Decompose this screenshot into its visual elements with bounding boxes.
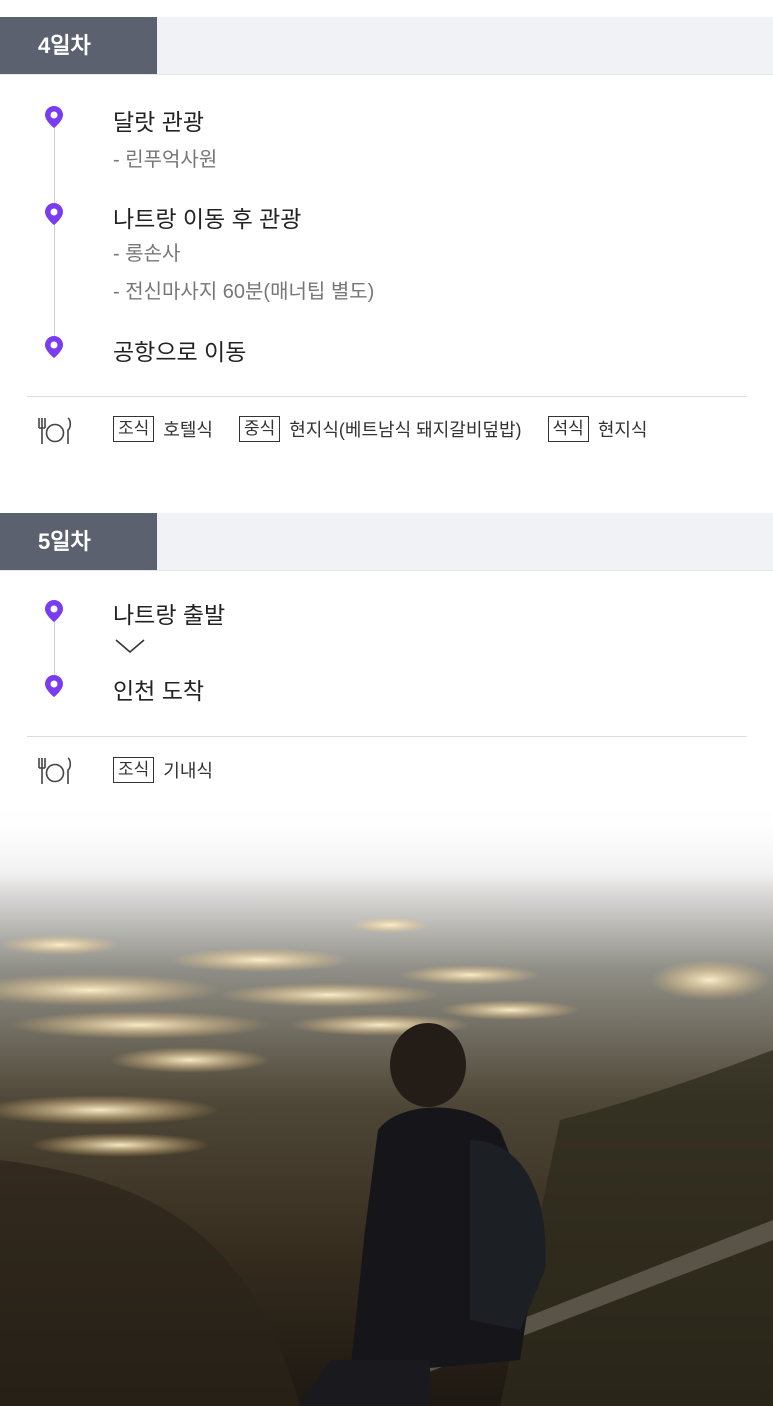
timeline-line	[54, 122, 55, 348]
hero-photo	[0, 800, 773, 1406]
day-header-4: 4일차	[0, 17, 773, 75]
meal-tag: 중식	[238, 416, 281, 442]
stop-detail: - 린푸억사원	[113, 149, 218, 171]
meal-text: 기내식	[163, 761, 213, 781]
stop-title: 공항으로 이동	[113, 339, 247, 365]
meal-tag: 조식	[113, 757, 155, 783]
stop-detail: - 전신마사지 60분(매너팁 별도)	[113, 281, 375, 303]
meal-tag: 석식	[547, 416, 589, 442]
map-pin-icon	[45, 203, 63, 225]
timeline-line	[54, 617, 55, 683]
divider	[27, 396, 747, 397]
day-label: 5일차	[0, 513, 157, 570]
stop-title: 인천 도착	[113, 678, 205, 704]
day-header-5: 5일차	[0, 513, 773, 571]
map-pin-icon	[45, 600, 63, 622]
meal-row: 조식 기내식	[113, 757, 239, 783]
map-pin-icon	[45, 106, 63, 128]
meal-tag: 조식	[113, 416, 155, 442]
day-label: 4일차	[0, 17, 157, 74]
map-pin-icon	[45, 675, 63, 697]
meal-text: 현지식	[597, 420, 648, 440]
chevron-down-icon	[115, 639, 145, 654]
meal-row: 조식 호텔식 중식 현지식(베트남식 돼지갈비덮밥) 석식 현지식	[113, 416, 674, 442]
meal-text: 현지식(베트남식 돼지갈비덮밥)	[289, 420, 522, 440]
divider	[27, 736, 747, 737]
stop-title: 나트랑 이동 후 관광	[113, 206, 302, 232]
map-pin-icon	[45, 336, 63, 358]
fork-plate-knife-icon	[38, 417, 72, 444]
stop-title: 나트랑 출발	[113, 602, 226, 628]
stop-title: 달랏 관광	[113, 109, 205, 135]
meal-text: 호텔식	[163, 420, 213, 440]
stop-detail: - 롱손사	[113, 243, 181, 265]
fork-plate-knife-icon	[38, 757, 72, 784]
